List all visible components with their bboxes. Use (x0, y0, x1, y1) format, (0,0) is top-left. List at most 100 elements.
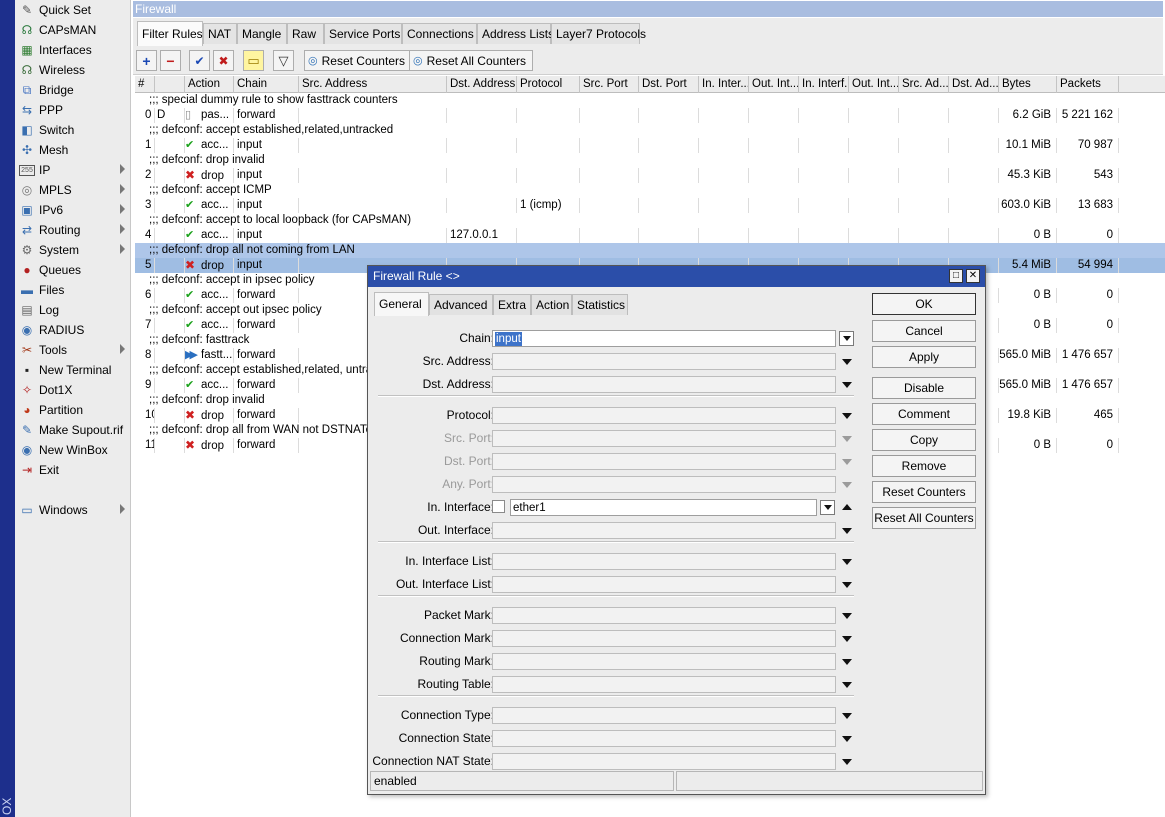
dialog-tab-extra[interactable]: Extra (493, 294, 531, 315)
comment-button[interactable]: Comment (872, 403, 976, 425)
dialog-tab-action[interactable]: Action (531, 294, 572, 315)
add-button[interactable]: + (136, 50, 157, 71)
sidebar-item-make-supout-rif[interactable]: ✎ Make Supout.rif (15, 420, 131, 440)
comment-row[interactable]: ;;; defconf: accept established,related,… (135, 123, 1165, 138)
column-header[interactable]: Dst. Address (447, 76, 517, 93)
apply-button[interactable]: Apply (872, 346, 976, 368)
dialog-tab-advanced[interactable]: Advanced (429, 294, 493, 315)
dropdown-button[interactable] (840, 524, 854, 538)
column-header[interactable]: Src. Ad... (899, 76, 949, 93)
sidebar-item-partition[interactable]: ◕ Partition (15, 400, 131, 420)
packet-mark-input[interactable] (492, 607, 836, 624)
dropdown-button[interactable] (820, 500, 835, 515)
sidebar-item-ip[interactable]: 255 IP (15, 160, 131, 180)
comment-button[interactable]: ▭ (243, 50, 264, 71)
reset-all-counters-button[interactable]: ◎ Reset All Counters (409, 50, 533, 71)
dropdown-button[interactable] (840, 609, 854, 623)
sidebar-item-ipv6[interactable]: ▣ IPv6 (15, 200, 131, 220)
protocol-input[interactable] (492, 407, 836, 424)
column-header[interactable]: Chain (234, 76, 299, 93)
tab-service-ports[interactable]: Service Ports (324, 23, 402, 44)
table-row[interactable]: 1 ✔ acc... input 10.1 MiB 70 987 (135, 138, 1165, 153)
dropdown-button[interactable] (840, 655, 854, 669)
comment-row[interactable]: ;;; defconf: drop all not coming from LA… (135, 243, 1165, 258)
sidebar-item-tools[interactable]: ✂ Tools (15, 340, 131, 360)
sidebar-item-dot1x[interactable]: ✧ Dot1X (15, 380, 131, 400)
dialog-tab-general[interactable]: General (374, 292, 429, 316)
tab-filter-rules[interactable]: Filter Rules (137, 21, 203, 46)
out-interface-list-input[interactable] (492, 576, 836, 593)
comment-row[interactable]: ;;; defconf: accept to local loopback (f… (135, 213, 1165, 228)
tab-address-lists[interactable]: Address Lists (477, 23, 554, 44)
sidebar-item-new-terminal[interactable]: ▪ New Terminal (15, 360, 131, 380)
routing-table-input[interactable] (492, 676, 836, 693)
dropdown-button[interactable] (840, 355, 854, 369)
dropdown-button[interactable] (840, 732, 854, 746)
reset-counters-button[interactable]: Reset Counters (872, 481, 976, 503)
table-row[interactable]: 2 ✖ drop input 45.3 KiB 543 (135, 168, 1165, 183)
table-row[interactable]: 4 ✔ acc... input 127.0.0.1 0 B0 (135, 228, 1165, 243)
tab-nat[interactable]: NAT (203, 23, 237, 44)
reset-counters-button[interactable]: ◎ Reset Counters (304, 50, 412, 71)
sidebar-item-files[interactable]: ▬ Files (15, 280, 131, 300)
out-interface-input[interactable] (492, 522, 836, 539)
comment-row[interactable]: ;;; special dummy rule to show fasttrack… (135, 93, 1165, 108)
column-header[interactable]: Out. Int... (749, 76, 799, 93)
connection-mark-input[interactable] (492, 630, 836, 647)
sidebar-item-mpls[interactable]: ◎ MPLS (15, 180, 131, 200)
dropdown-button[interactable] (839, 331, 854, 346)
dialog-tab-statistics[interactable]: Statistics (572, 294, 628, 315)
column-header[interactable]: Src. Port (580, 76, 639, 93)
src-address-input[interactable] (492, 353, 836, 370)
table-row[interactable]: 3 ✔ acc... input 1 (icmp) 603.0 KiB 13 683 (135, 198, 1165, 213)
ok-button[interactable]: OK (872, 293, 976, 315)
column-header[interactable]: Protocol (517, 76, 580, 93)
column-header[interactable]: Dst. Ad... (949, 76, 999, 93)
in-interface-list-input[interactable] (492, 553, 836, 570)
filter-button[interactable]: ▽ (273, 50, 294, 71)
reset-all-counters-button[interactable]: Reset All Counters (872, 507, 976, 529)
cancel-button[interactable]: Cancel (872, 320, 976, 342)
sidebar-item-new-winbox[interactable]: ◉ New WinBox (15, 440, 131, 460)
invert-checkbox[interactable] (492, 500, 505, 513)
close-button[interactable]: ✕ (966, 269, 980, 283)
sidebar-item-exit[interactable]: ⇥ Exit (15, 460, 131, 480)
connection-state-input[interactable] (492, 730, 836, 747)
chain-input[interactable]: input (492, 330, 836, 347)
dropdown-button[interactable] (840, 632, 854, 646)
sidebar-item-wireless[interactable]: ☊ Wireless (15, 60, 131, 80)
sidebar-item-ppp[interactable]: ⇆ PPP (15, 100, 131, 120)
sidebar-item-windows[interactable]: ▭ Windows (15, 500, 131, 520)
dropdown-button[interactable] (840, 678, 854, 692)
column-header[interactable]: Dst. Port (639, 76, 699, 93)
sidebar-item-bridge[interactable]: ⧉ Bridge (15, 80, 131, 100)
column-header[interactable]: Action (185, 76, 234, 93)
sidebar-item-log[interactable]: ▤ Log (15, 300, 131, 320)
dropdown-button[interactable] (840, 409, 854, 423)
column-header[interactable] (155, 76, 185, 93)
remove-button[interactable]: − (160, 50, 181, 71)
dropdown-button[interactable] (840, 378, 854, 392)
collapse-button[interactable] (840, 500, 854, 514)
sidebar-item-system[interactable]: ⚙ System (15, 240, 131, 260)
column-header[interactable]: Packets (1057, 76, 1119, 93)
routing-mark-input[interactable] (492, 653, 836, 670)
sidebar-item-mesh[interactable]: ✣ Mesh (15, 140, 131, 160)
dropdown-button[interactable] (840, 555, 854, 569)
tab-raw[interactable]: Raw (287, 23, 324, 44)
table-row[interactable]: 0 D ▯ pas... forward 6.2 GiB 5 221 162 (135, 108, 1165, 123)
copy-button[interactable]: Copy (872, 429, 976, 451)
tab-connections[interactable]: Connections (402, 23, 477, 44)
tab-layer7-protocols[interactable]: Layer7 Protocols (551, 23, 646, 44)
maximize-button[interactable]: □ (949, 269, 963, 283)
sidebar-item-routing[interactable]: ⇄ Routing (15, 220, 131, 240)
enable-button[interactable]: ✔ (189, 50, 210, 71)
sidebar-item-interfaces[interactable]: ▦ Interfaces (15, 40, 131, 60)
disable-button[interactable]: Disable (872, 377, 976, 399)
dropdown-button[interactable] (840, 578, 854, 592)
tab-mangle[interactable]: Mangle (237, 23, 287, 44)
sidebar-item-radius[interactable]: ◉ RADIUS (15, 320, 131, 340)
sidebar-item-quick-set[interactable]: ✎ Quick Set (15, 0, 131, 20)
column-header[interactable]: Src. Address (299, 76, 447, 93)
column-header[interactable]: Bytes (999, 76, 1057, 93)
